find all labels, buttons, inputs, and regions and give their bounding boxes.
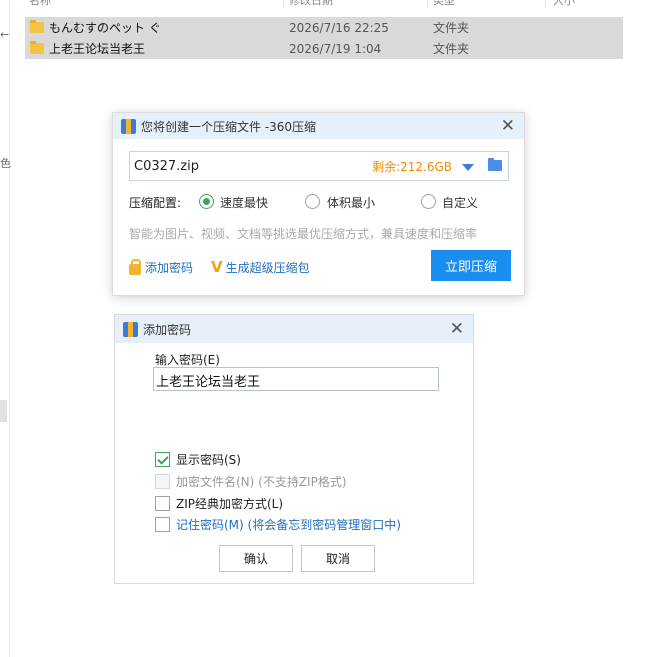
cancel-button[interactable]: 取消 — [301, 545, 375, 572]
super-package-link[interactable]: V 生成超级压缩包 — [211, 258, 310, 276]
password-dialog: 添加密码 ✕ 输入密码(E) 显示密码(S) 加密文件名(N) (不支持ZIP格… — [114, 314, 474, 584]
add-password-label[interactable]: 添加密码 — [145, 259, 193, 276]
file-date: 2026/7/16 22:25 — [289, 20, 389, 35]
column-type[interactable]: 类型 — [433, 0, 455, 6]
v-badge-icon: V — [211, 258, 223, 276]
radio-custom-label[interactable]: 自定义 — [442, 194, 478, 211]
close-icon[interactable]: ✕ — [450, 319, 464, 339]
nav-arrow-icon: ← — [0, 28, 10, 41]
confirm-button[interactable]: 确认 — [219, 545, 293, 572]
compress-dialog-titlebar[interactable]: 您将创建一个压缩文件 -360压缩 ✕ — [113, 113, 524, 139]
password-dialog-title: 添加密码 — [143, 322, 192, 337]
file-row[interactable]: 上老王论坛当老王 2026/7/19 1:04 文件夹 — [25, 38, 623, 59]
explorer-nav-pane: ← 色 — [0, 0, 11, 657]
nav-mark-text: 色 — [0, 157, 11, 170]
zip-classic-option[interactable]: ZIP经典加密方式(L) — [155, 495, 283, 511]
column-size[interactable]: 大小 — [553, 0, 575, 6]
archive-app-icon — [121, 118, 136, 134]
archive-filename[interactable]: C0327.zip — [134, 159, 199, 174]
encrypt-filename-checkbox — [155, 473, 170, 489]
compress-dialog: 您将创建一个压缩文件 -360压缩 ✕ C0327.zip 剩余:212.6GB… — [112, 112, 525, 296]
file-name: もんむすのペット ぐ — [49, 21, 161, 35]
file-name: 上老王论坛当老王 — [49, 42, 146, 56]
nav-scroll-indicator[interactable] — [0, 400, 7, 422]
file-type: 文件夹 — [433, 42, 470, 56]
free-space-label: 剩余:212.6GB — [372, 159, 452, 174]
file-type: 文件夹 — [433, 21, 470, 35]
super-package-label[interactable]: 生成超级压缩包 — [226, 259, 310, 276]
chevron-down-icon[interactable] — [462, 164, 474, 171]
zip-classic-checkbox[interactable] — [155, 495, 170, 511]
folder-icon — [30, 41, 44, 54]
show-password-checkbox[interactable] — [155, 451, 170, 467]
zip-classic-label[interactable]: ZIP经典加密方式(L) — [176, 495, 283, 512]
compress-now-button[interactable]: 立即压缩 — [431, 250, 511, 281]
compress-dialog-title: 您将创建一个压缩文件 -360压缩 — [141, 119, 317, 134]
browse-folder-icon[interactable] — [488, 158, 502, 171]
archive-app-icon — [123, 321, 138, 337]
radio-smallest[interactable] — [305, 194, 320, 209]
password-input-label: 输入密码(E) — [155, 353, 220, 367]
radio-fastest-label[interactable]: 速度最快 — [220, 194, 268, 211]
remember-password-label[interactable]: 记住密码(M) (将会备忘到密码管理窗口中) — [176, 516, 401, 533]
close-icon[interactable]: ✕ — [501, 116, 515, 136]
lock-icon — [129, 259, 141, 275]
remember-password-checkbox[interactable] — [155, 516, 170, 532]
remember-password-option[interactable]: 记住密码(M) (将会备忘到密码管理窗口中) — [155, 516, 401, 532]
compress-config-row: 压缩配置: 速度最快 体积最小 自定义 — [129, 193, 519, 211]
show-password-label[interactable]: 显示密码(S) — [176, 451, 241, 468]
config-label: 压缩配置: — [129, 196, 182, 210]
file-row[interactable]: もんむすのペット ぐ 2026/7/16 22:25 文件夹 — [25, 17, 623, 38]
archive-filename-field[interactable]: C0327.zip 剩余:212.6GB — [129, 151, 509, 181]
password-input[interactable] — [153, 367, 439, 391]
column-name[interactable]: 名称 — [29, 0, 51, 6]
compress-hint: 智能为图片、视频、文档等挑选最优压缩方式，兼具速度和压缩率 — [129, 227, 478, 241]
radio-fastest[interactable] — [199, 194, 214, 209]
column-date[interactable]: 修改日期 — [289, 0, 333, 6]
encrypt-filename-label: 加密文件名(N) (不支持ZIP格式) — [176, 474, 347, 489]
password-dialog-titlebar[interactable]: 添加密码 ✕ — [115, 315, 473, 343]
folder-icon — [30, 20, 44, 33]
radio-custom[interactable] — [421, 194, 436, 209]
encrypt-filename-option: 加密文件名(N) (不支持ZIP格式) — [155, 473, 347, 489]
explorer-column-header: 名称 修改日期 类型 大小 — [25, 0, 625, 8]
show-password-option[interactable]: 显示密码(S) — [155, 451, 241, 467]
add-password-link[interactable]: 添加密码 — [129, 259, 193, 276]
radio-smallest-label[interactable]: 体积最小 — [327, 194, 375, 211]
file-date: 2026/7/19 1:04 — [289, 41, 382, 56]
